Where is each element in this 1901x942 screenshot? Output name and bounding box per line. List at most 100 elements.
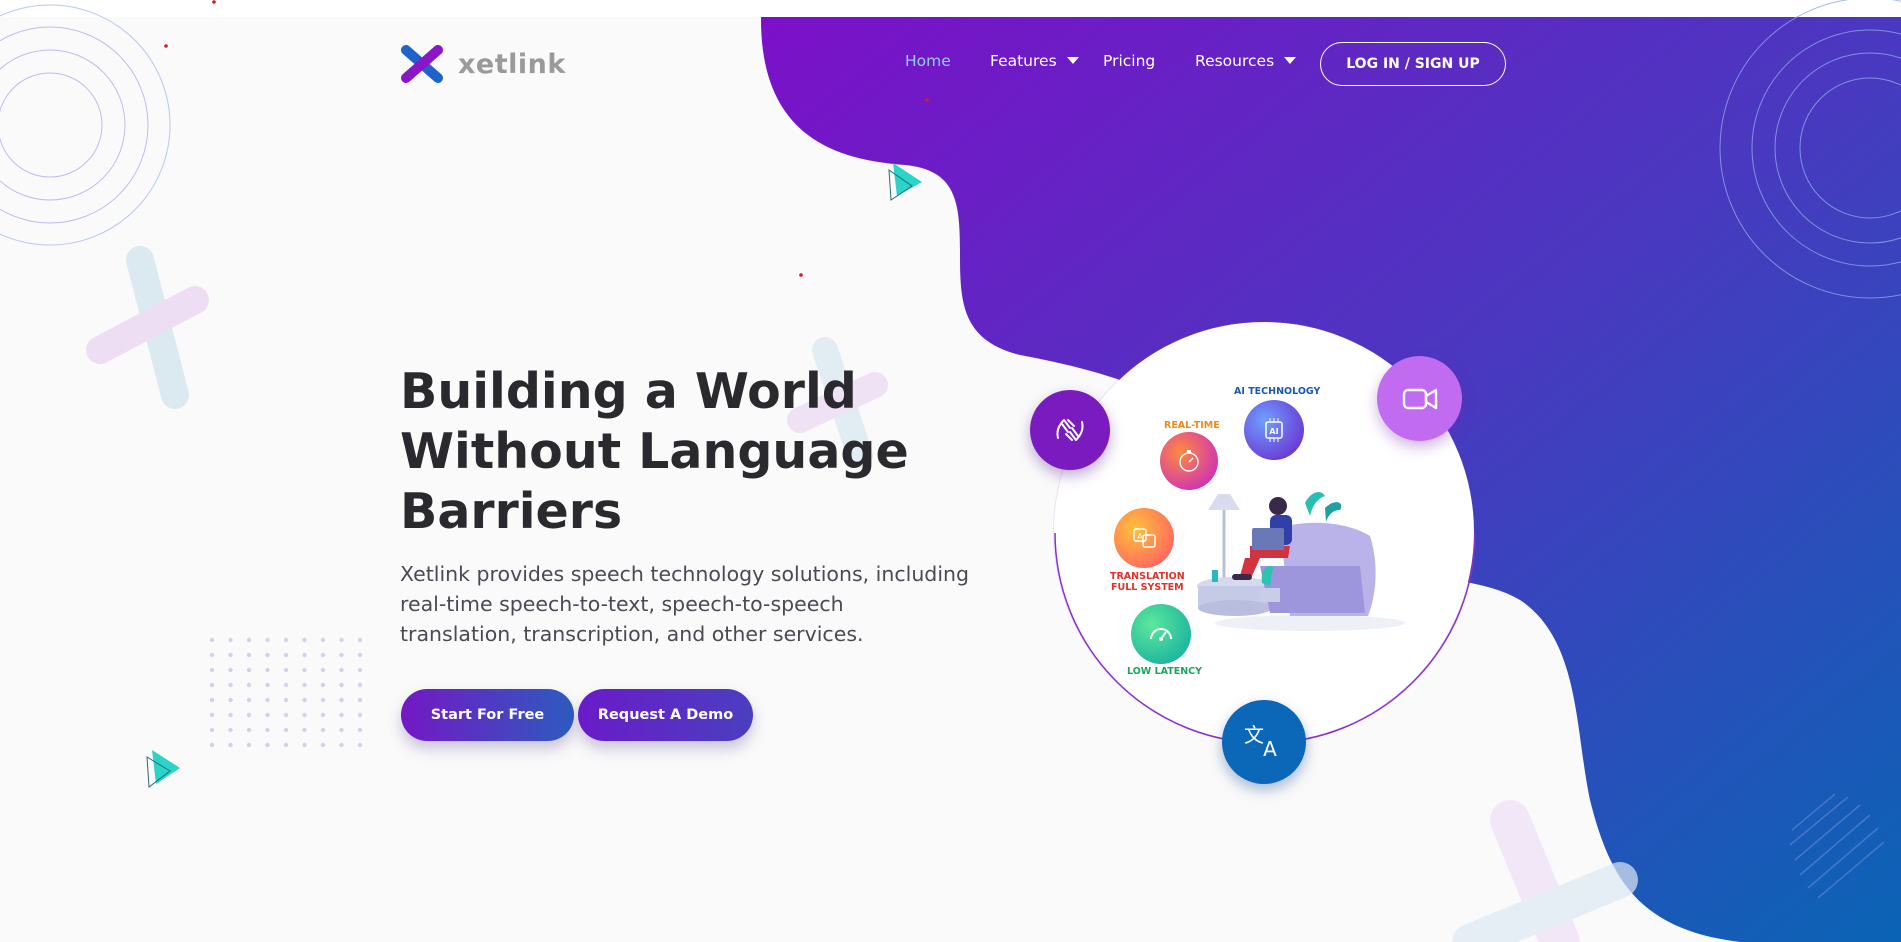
sign-language-button[interactable] (1030, 390, 1110, 470)
stopwatch-icon (1179, 450, 1199, 472)
decor-dot (357, 682, 363, 688)
decor-dot (246, 712, 252, 718)
translation-label: TRANSLATION FULL SYSTEM (1110, 571, 1185, 593)
real-time-label: REAL-TIME (1164, 420, 1220, 431)
nav-features-label: Features (990, 52, 1057, 70)
decor-dot (228, 727, 233, 733)
decor-dot (320, 727, 326, 733)
decor-x-left (86, 246, 209, 409)
decor-dot (320, 652, 326, 658)
hero-title-line: Building a World (400, 363, 857, 420)
decor-dot (339, 637, 344, 643)
decor-dot (246, 727, 252, 733)
decor-triangle-left (146, 750, 180, 788)
nav-features[interactable]: Features (990, 52, 1079, 70)
start-for-free-button[interactable]: Start For Free (401, 689, 574, 741)
speedometer-icon (1150, 628, 1172, 641)
xetlink-logo-icon (401, 45, 443, 83)
translation-label-line: TRANSLATION (1110, 571, 1185, 582)
decor-dot (246, 637, 252, 643)
nav-pricing[interactable]: Pricing (1103, 52, 1155, 70)
decor-dot (339, 727, 344, 733)
translate-icon: 文 A (1244, 723, 1277, 761)
login-signup-button[interactable]: LOG IN / SIGN UP (1320, 42, 1506, 86)
video-camera-icon (1402, 388, 1437, 409)
decor-dot (246, 652, 252, 658)
decor-dot (265, 652, 270, 658)
hero-title-line: Without Language (400, 423, 909, 480)
decor-dot (283, 727, 289, 733)
decor-dot (283, 637, 289, 643)
brand-logo[interactable]: xetlink (398, 44, 566, 84)
svg-text:文: 文 (1244, 723, 1264, 747)
decor-dot (228, 682, 233, 688)
decor-dot (246, 742, 252, 748)
request-demo-button[interactable]: Request A Demo (578, 689, 753, 741)
decor-x-bottom (1452, 800, 1638, 942)
decor-dot (339, 652, 344, 658)
decor-dot (265, 742, 270, 748)
ai-chip-icon: AI (1265, 418, 1283, 442)
decor-dot (357, 742, 363, 748)
decor-dot (357, 697, 363, 703)
decor-dot (320, 742, 326, 748)
translate-button[interactable]: 文 A (1222, 700, 1306, 784)
decor-dot (320, 637, 326, 643)
decor-dot (320, 667, 326, 673)
decor-dot (320, 697, 326, 703)
decor-dot (246, 697, 252, 703)
decor-triangle-top (888, 163, 922, 201)
video-call-button[interactable] (1377, 356, 1462, 441)
decor-dot (283, 667, 289, 673)
decor-dot (302, 682, 307, 688)
decor-dot (302, 637, 307, 643)
decor-dot (339, 682, 344, 688)
nav-resources[interactable]: Resources (1195, 52, 1297, 70)
decor-dot (302, 712, 307, 718)
decor-dot (283, 697, 289, 703)
decor-dot (209, 652, 215, 658)
hero-subtitle-line: Xetlink provides speech technology solut… (400, 562, 970, 586)
decor-dot (246, 667, 252, 673)
decor-dot (339, 697, 344, 703)
decor-dot (302, 727, 307, 733)
decor-dot (302, 697, 307, 703)
decor-dot (357, 667, 363, 673)
ai-technology-label: AI TECHNOLOGY (1234, 386, 1321, 397)
translation-label-line: FULL SYSTEM (1111, 582, 1184, 593)
svg-text:AI: AI (1269, 427, 1278, 436)
decor-dot (283, 652, 289, 658)
decor-dot (339, 742, 344, 748)
decor-dot (320, 712, 326, 718)
decor-dot (302, 667, 307, 673)
chevron-down-icon (1066, 57, 1079, 64)
decor-dot (283, 682, 289, 688)
decor-dot (246, 682, 252, 688)
decor-rings-left (0, 4, 171, 246)
decor-dot (228, 712, 233, 718)
decor-dot (357, 652, 363, 658)
hero-subtitle-line: real-time speech-to-text, speech-to-spee… (400, 592, 844, 616)
chevron-down-icon (1284, 57, 1297, 64)
decor-dot (302, 742, 307, 748)
svg-text:A: A (1263, 737, 1277, 761)
decor-dot (209, 727, 215, 733)
decor-dot (357, 637, 363, 643)
hero-title: Building a World Without Language Barrie… (400, 362, 960, 542)
decor-dot (265, 712, 270, 718)
nav-home[interactable]: Home (905, 52, 951, 70)
decor-dot (228, 667, 233, 673)
translate-bubble-icon: A (1133, 528, 1156, 548)
decor-dot-grid (209, 637, 363, 748)
decor-dot (320, 682, 326, 688)
decor-dot (357, 712, 363, 718)
decor-dot (339, 712, 344, 718)
decor-dot (265, 727, 270, 733)
decor-dot (209, 667, 215, 673)
decor-dot (209, 682, 215, 688)
nav-resources-label: Resources (1195, 52, 1275, 70)
brand-name: xetlink (458, 48, 566, 80)
decor-dot (302, 652, 307, 658)
decor-dot (265, 637, 270, 643)
hero-title-line: Barriers (400, 483, 623, 540)
